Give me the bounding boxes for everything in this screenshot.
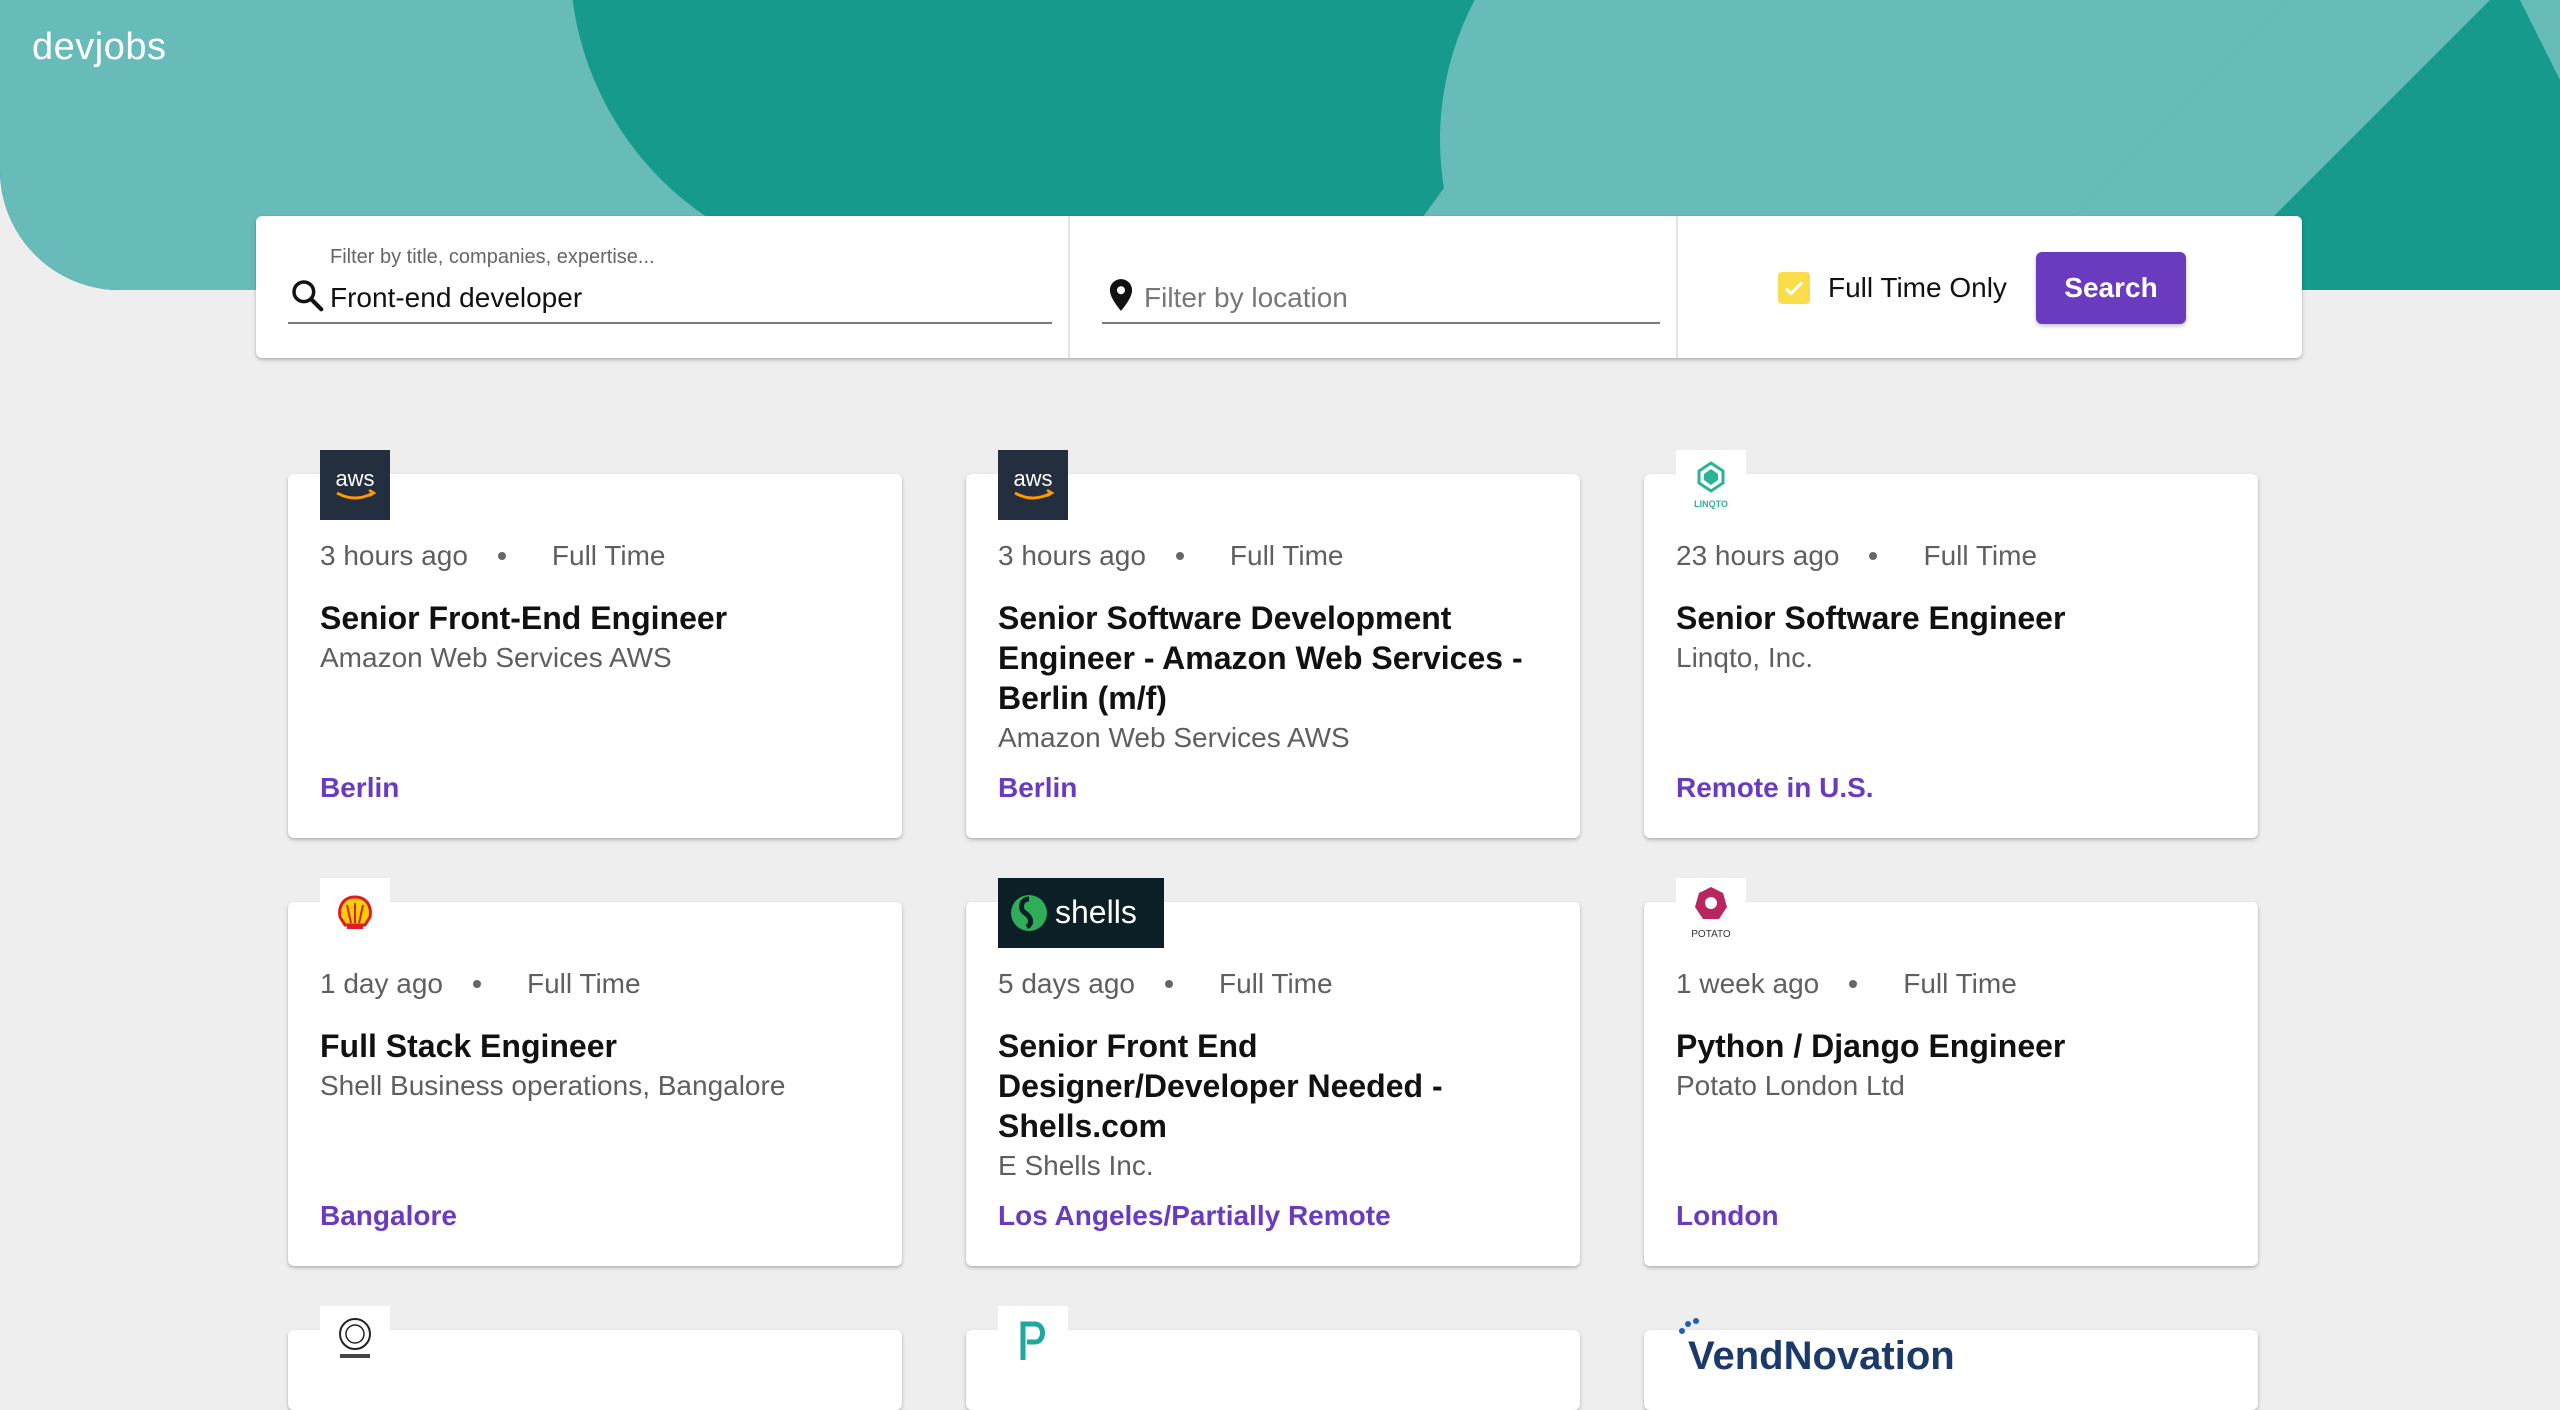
job-location: Los Angeles/Partially Remote: [998, 1200, 1391, 1231]
separator-dot: [1165, 980, 1173, 988]
posted-time: 23 hours ago: [1676, 540, 1840, 571]
shell-logo: [320, 878, 390, 948]
posted-time: 3 hours ago: [320, 540, 468, 571]
potato-logo-icon: POTATO: [1691, 887, 1731, 940]
seal-logo: [320, 1306, 390, 1376]
job-card[interactable]: [966, 1306, 1580, 1410]
separator-dot: [1175, 552, 1184, 560]
aws-logo-icon: aws: [1013, 466, 1055, 500]
shells-logo-icon: shells: [1011, 894, 1137, 931]
job-location: Berlin: [998, 772, 1078, 803]
potato-logo-text: POTATO: [1691, 929, 1731, 940]
job-title-block: Senior Front End Designer/Developer Need…: [998, 1026, 1558, 1186]
job-title-block: Senior Software Engineer Linqto, Inc.: [1676, 598, 2236, 678]
vendnovation-logo-icon: VendNovation: [1679, 1318, 1955, 1371]
vendnovation-logo: VendNovation: [1676, 1306, 1976, 1376]
potato-logo: POTATO: [1676, 878, 1746, 948]
aws-logo: aws: [320, 450, 390, 520]
linqto-logo-text: LINQTO: [1694, 499, 1728, 509]
job-card[interactable]: 1 day ago Full Time Full Stack Engineer …: [288, 878, 902, 1266]
posted-time: 3 hours ago: [998, 540, 1146, 571]
seal-logo-icon: [339, 1318, 371, 1358]
posted-time: 5 days ago: [998, 968, 1135, 999]
job-card[interactable]: LINQTO 23 hours ago Full Time Senior Sof…: [1644, 450, 2258, 838]
job-type: Full Time: [527, 968, 641, 999]
job-card[interactable]: aws 3 hours ago Full Time Senior Front-E…: [288, 450, 902, 838]
company-name: Potato London Ltd: [1676, 1070, 1905, 1101]
job-title[interactable]: Senior Software Engineer: [1676, 598, 2236, 638]
job-meta: 1 week ago Full Time: [1676, 968, 2017, 1000]
separator-dot: [1869, 552, 1878, 560]
shells-logo: shells: [998, 878, 1164, 948]
job-meta: 23 hours ago Full Time: [1676, 540, 2037, 572]
job-location: Bangalore: [320, 1200, 457, 1231]
job-meta: 5 days ago Full Time: [998, 968, 1333, 1000]
aws-logo-text: aws: [1013, 466, 1052, 491]
p-logo: [998, 1306, 1068, 1376]
job-card[interactable]: POTATO 1 week ago Full Time Python / Dja…: [1644, 878, 2258, 1266]
job-title-block: Senior Software Development Engineer - A…: [998, 598, 1558, 758]
job-meta: 3 hours ago Full Time: [320, 540, 665, 572]
job-type: Full Time: [1923, 540, 2038, 571]
company-name: Shell Business operations, Bangalore: [320, 1070, 786, 1101]
job-title[interactable]: Senior Software Development Engineer - A…: [998, 598, 1558, 718]
job-title-block: Full Stack Engineer Shell Business opera…: [320, 1026, 880, 1106]
posted-time: 1 day ago: [320, 968, 443, 999]
job-type: Full Time: [1229, 540, 1344, 571]
aws-logo: aws: [998, 450, 1068, 520]
job-title-block: Python / Django Engineer Potato London L…: [1676, 1026, 2236, 1106]
job-title[interactable]: Senior Front-End Engineer: [320, 598, 880, 638]
job-card[interactable]: shells 5 days ago Full Time Senior Front…: [966, 878, 1580, 1266]
shells-logo-text: shells: [1055, 894, 1137, 930]
vendnovation-logo-text: VendNovation: [1688, 1334, 1955, 1371]
linqto-logo: LINQTO: [1676, 450, 1746, 520]
aws-logo-text: aws: [335, 466, 374, 491]
company-name: Amazon Web Services AWS: [998, 722, 1350, 753]
job-meta: 1 day ago Full Time: [320, 968, 641, 1000]
job-card[interactable]: VendNovation: [1644, 1318, 2258, 1410]
job-card[interactable]: [288, 1306, 902, 1410]
company-name: Linqto, Inc.: [1676, 642, 1813, 673]
job-location: Berlin: [320, 772, 400, 803]
job-title-block: Senior Front-End Engineer Amazon Web Ser…: [320, 598, 880, 678]
separator-dot: [473, 980, 481, 988]
job-location: London: [1676, 1200, 1779, 1231]
company-name: Amazon Web Services AWS: [320, 642, 672, 673]
company-name: E Shells Inc.: [998, 1150, 1154, 1181]
separator-dot: [497, 552, 506, 560]
shell-logo-icon: [338, 895, 372, 929]
job-meta: 3 hours ago Full Time: [998, 540, 1343, 572]
job-list: aws 3 hours ago Full Time Senior Front-E…: [0, 0, 2560, 1410]
p-logo-icon: [1020, 1321, 1045, 1360]
job-title[interactable]: Full Stack Engineer: [320, 1026, 880, 1066]
job-title[interactable]: Python / Django Engineer: [1676, 1026, 2236, 1066]
linqto-logo-icon: LINQTO: [1694, 461, 1728, 509]
posted-time: 1 week ago: [1676, 968, 1820, 999]
job-location: Remote in U.S.: [1676, 772, 1874, 803]
job-type: Full Time: [1219, 968, 1333, 999]
job-title[interactable]: Senior Front End Designer/Developer Need…: [998, 1026, 1558, 1146]
job-card[interactable]: aws 3 hours ago Full Time Senior Softwar…: [966, 450, 1580, 838]
aws-logo-icon: aws: [335, 466, 377, 500]
job-type: Full Time: [1903, 968, 2017, 999]
job-type: Full Time: [551, 540, 666, 571]
separator-dot: [1849, 980, 1858, 988]
